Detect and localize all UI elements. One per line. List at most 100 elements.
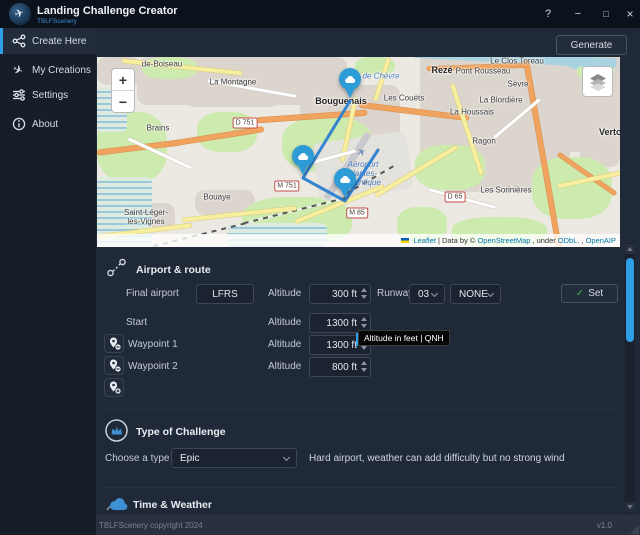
spinner-up-icon[interactable] xyxy=(361,361,367,365)
sidebar-item-about[interactable]: About xyxy=(0,111,96,137)
generate-button[interactable]: Generate xyxy=(556,35,627,55)
spinner[interactable] xyxy=(361,361,367,372)
waypoint-2-label: Waypoint 2 xyxy=(128,361,178,372)
sidebar-item-label: Create Here xyxy=(32,35,87,47)
spinner[interactable] xyxy=(361,288,367,299)
scrollbar-thumb[interactable] xyxy=(626,258,634,342)
final-altitude-value: 300 ft xyxy=(331,288,357,300)
section-divider xyxy=(104,487,620,488)
challenge-type-select[interactable]: Epic xyxy=(171,448,297,468)
challenge-type-value: Epic xyxy=(180,452,200,464)
layers-icon xyxy=(589,73,606,91)
runway-select[interactable]: 03 xyxy=(409,284,445,304)
attribution-text: , xyxy=(581,236,584,245)
attribution-text: | Data by © xyxy=(437,236,476,245)
chevron-down-icon xyxy=(486,289,495,298)
resize-grip[interactable] xyxy=(630,525,639,534)
add-waypoint-button[interactable] xyxy=(104,378,124,397)
spinner-down-icon[interactable] xyxy=(361,295,367,299)
map[interactable]: de-Boiseau La Montagne Brains Bouguenais… xyxy=(97,57,620,247)
triangle-up-icon xyxy=(627,247,633,251)
titlebar: ✈ Landing Challenge Creator TBLFScenery … xyxy=(0,0,640,28)
challenge-description: Hard airport, weather can add difficulty… xyxy=(309,453,565,464)
chevron-down-icon xyxy=(282,453,291,462)
waypoint-marker-2[interactable] xyxy=(334,168,356,202)
scrollbar-down-button[interactable] xyxy=(625,502,635,512)
spinner[interactable] xyxy=(361,317,367,328)
maximize-button[interactable]: □ xyxy=(594,0,618,28)
sidebar-item-create-here[interactable]: Create Here xyxy=(0,28,96,54)
final-airport-input[interactable]: LFRS xyxy=(196,284,254,304)
copyright-text: TBLFScenery copyright 2024 xyxy=(99,521,203,530)
osm-link[interactable]: OpenStreetMap xyxy=(477,236,530,245)
start-label: Start xyxy=(126,317,148,328)
plane-icon: ✈ xyxy=(13,6,27,21)
spinner-down-icon[interactable] xyxy=(361,346,367,350)
cloud-icon xyxy=(292,145,314,167)
leaflet-link[interactable]: Leaflet xyxy=(413,236,436,245)
final-airport-label: Final airport xyxy=(126,288,179,299)
remove-waypoint-2-button[interactable] xyxy=(104,356,124,375)
openaip-link[interactable]: OpenAIP xyxy=(586,236,616,245)
sliders-icon xyxy=(11,88,26,103)
altitude-label: Altitude xyxy=(268,317,302,328)
road-shield: D 751 xyxy=(232,117,258,129)
choose-type-label: Choose a type xyxy=(105,453,170,464)
attribution-text: , under xyxy=(532,236,556,245)
road-shield: D 65 xyxy=(444,191,466,203)
remove-waypoint-1-button[interactable] xyxy=(104,334,124,353)
close-button[interactable]: × xyxy=(618,0,640,28)
pin-minus-icon xyxy=(109,359,121,372)
sidebar-item-label: Settings xyxy=(32,89,69,101)
chevron-down-icon xyxy=(430,289,439,298)
waypoint-2-altitude-value: 800 ft xyxy=(331,361,357,373)
app-title: Landing Challenge Creator xyxy=(37,5,178,17)
spinner-up-icon[interactable] xyxy=(361,317,367,321)
sidebar-item-settings[interactable]: Settings xyxy=(0,82,96,108)
ukraine-flag-icon xyxy=(401,238,410,243)
waypoint-2-altitude-input[interactable]: 800 ft xyxy=(309,357,371,377)
road-shield: M 751 xyxy=(274,180,300,192)
help-button[interactable]: ? xyxy=(536,0,560,28)
app-window: ✈ Landing Challenge Creator TBLFScenery … xyxy=(0,0,640,535)
cloud-icon xyxy=(334,168,356,190)
text-cursor xyxy=(356,333,358,346)
set-label: Set xyxy=(588,288,604,299)
map-attribution: Leaflet | Data by © OpenStreetMap , unde… xyxy=(97,234,620,247)
minimize-button[interactable]: − xyxy=(566,0,590,28)
waypoint-marker-1[interactable] xyxy=(292,145,314,179)
info-icon xyxy=(11,117,26,132)
triangle-down-icon xyxy=(627,505,633,509)
pin-plus-icon xyxy=(109,381,121,394)
approach-select[interactable]: NONE xyxy=(450,284,501,304)
road-shield: M 85 xyxy=(346,207,368,219)
sidebar: Create Here ✈ My Creations Settings Abou… xyxy=(0,28,96,535)
zoom-in-button[interactable]: + xyxy=(112,69,134,91)
waypoint-1-altitude-value: 1300 ft xyxy=(326,339,357,351)
share-nodes-icon xyxy=(11,34,26,49)
plane-landing-icon: ✈ xyxy=(11,61,26,79)
sidebar-item-my-creations[interactable]: ✈ My Creations xyxy=(0,57,96,83)
section-title-weather: Time & Weather xyxy=(133,499,212,511)
app-logo-icon: ✈ xyxy=(9,3,31,25)
waypoint-marker-start[interactable] xyxy=(339,68,361,102)
app-subtitle: TBLFScenery xyxy=(37,18,77,25)
runway-value: 03 xyxy=(418,288,430,300)
challenge-icon xyxy=(104,418,129,443)
map-zoom-control: + − xyxy=(111,68,135,113)
spinner-up-icon[interactable] xyxy=(361,288,367,292)
set-button[interactable]: ✓ Set xyxy=(561,284,618,303)
section-divider xyxy=(104,409,620,410)
spinner-down-icon[interactable] xyxy=(361,368,367,372)
spinner-down-icon[interactable] xyxy=(361,324,367,328)
approach-value: NONE xyxy=(459,288,488,300)
section-title-airport-route: Airport & route xyxy=(136,264,211,276)
final-altitude-input[interactable]: 300 ft xyxy=(309,284,371,304)
zoom-out-button[interactable]: − xyxy=(112,91,134,112)
time-weather-icon xyxy=(103,493,131,513)
sidebar-item-label: My Creations xyxy=(32,64,91,76)
altitude-label: Altitude xyxy=(268,288,302,299)
layers-button[interactable] xyxy=(582,66,613,97)
scrollbar-up-button[interactable] xyxy=(625,244,635,254)
odbl-link[interactable]: ODbL. xyxy=(558,236,580,245)
